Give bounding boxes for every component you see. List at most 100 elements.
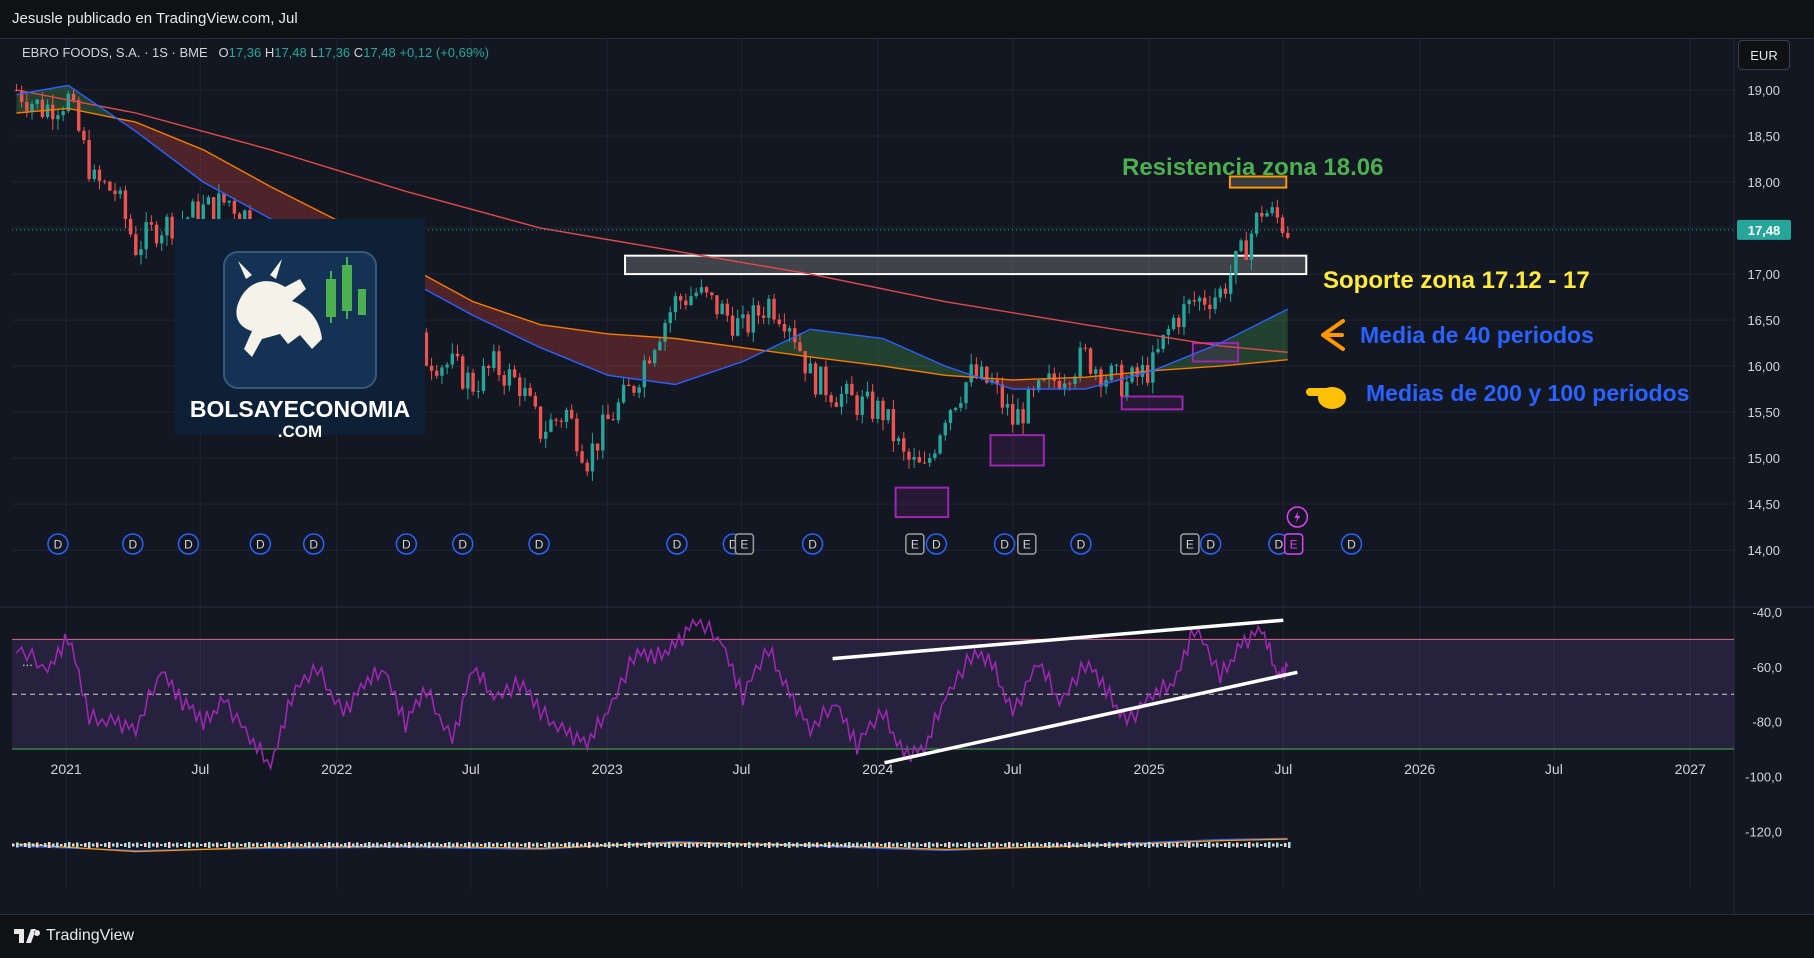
price-axis[interactable]: 19,0018,5018,0017,5017,0016,5016,0015,50… — [1745, 83, 1782, 839]
macd-histogram-bar — [612, 843, 615, 847]
macd-histogram-bar — [140, 844, 143, 846]
candle-body — [1254, 212, 1259, 234]
ma-cloud-segment — [836, 332, 847, 362]
dividend-marker-label: D — [1347, 538, 1356, 552]
last-price-text: 17,48 — [1748, 223, 1781, 238]
macd-histogram-bar — [924, 843, 927, 847]
candle-body — [160, 235, 164, 244]
ma-cloud-segment — [566, 328, 577, 363]
macd-histogram-bar — [116, 842, 119, 848]
candle-body — [767, 298, 771, 318]
candle-body — [507, 369, 512, 386]
macd-histogram-bar — [756, 842, 759, 848]
macd-histogram-bar — [1068, 842, 1071, 848]
dividend-marker-label: D — [1077, 538, 1086, 552]
candle-body — [928, 458, 932, 463]
macd-histogram-bar — [1172, 843, 1175, 847]
macd-histogram-bar — [824, 843, 827, 847]
candle-body — [715, 295, 719, 315]
macd-histogram-bar — [24, 843, 27, 847]
macd-histogram-bar — [208, 842, 211, 848]
macd-histogram-bar — [1220, 844, 1223, 846]
candle-body — [881, 400, 885, 421]
candle-body — [144, 222, 148, 250]
event-markers[interactable]: DDDDDDDDDDEDEDDEDEDDED — [47, 506, 1363, 555]
ma-cloud-segment — [1241, 327, 1252, 365]
candle-body — [1062, 383, 1067, 389]
currency-button[interactable]: EUR — [1738, 40, 1790, 70]
macd-histogram-bar — [696, 842, 699, 848]
candle-body — [1120, 364, 1124, 397]
macd-histogram-bar — [220, 844, 223, 846]
candle-body — [943, 422, 947, 436]
candle-body — [97, 169, 102, 182]
tradingview-brand[interactable]: TradingView — [14, 927, 134, 945]
macd-histogram-bar — [388, 842, 391, 848]
macd-histogram-bar — [700, 844, 703, 846]
macd-histogram-bar — [1184, 843, 1187, 847]
candle-body — [512, 369, 517, 378]
ma-cloud-segment — [576, 329, 588, 367]
candle-body — [575, 418, 579, 452]
ma-cloud-segment — [846, 333, 858, 363]
candle-body — [1109, 365, 1114, 380]
candle-body — [673, 296, 678, 313]
macd-histogram-bar — [788, 842, 791, 848]
macd-histogram-bar — [1136, 842, 1139, 848]
macd-histogram-bar — [1128, 842, 1131, 848]
macd-histogram-bar — [464, 843, 467, 847]
ma-cloud-segment — [1251, 322, 1262, 364]
macd-histogram-bar — [692, 843, 695, 847]
candle-body — [211, 197, 216, 220]
candle-body — [1042, 379, 1046, 381]
macd-histogram-bar — [908, 842, 911, 848]
macd-histogram-bar — [1236, 842, 1239, 848]
macd-histogram-bar — [280, 844, 283, 846]
candle-body — [1192, 300, 1197, 302]
macd-histogram-bar — [672, 843, 675, 847]
macd-histogram-bar — [524, 843, 527, 847]
macd-histogram-bar — [44, 843, 47, 847]
candle-body — [40, 99, 45, 117]
macd-histogram-bar — [560, 844, 563, 846]
candle-body — [756, 305, 761, 316]
time-axis[interactable]: 2021 Jul 2022 Jul 2023 Jul 2024 Jul 2025 Jul 2026 J… — [51, 761, 1707, 777]
macd-histogram-bar — [664, 843, 667, 847]
candle-body — [876, 400, 880, 419]
time-tick: 2025 — [1134, 761, 1165, 777]
macd-histogram-bar — [852, 843, 855, 847]
macd-histogram-bar — [472, 843, 475, 847]
candle-body — [959, 403, 963, 408]
candle-body — [502, 375, 506, 386]
macd-histogram-bar — [260, 844, 263, 846]
ma-cloud-segment — [680, 339, 692, 383]
macd-histogram-bar — [1004, 843, 1007, 847]
macd-histogram-bar — [784, 843, 787, 847]
logo-text-domain: .COM — [278, 422, 322, 441]
candle-body — [772, 298, 776, 320]
ma-cloud-segment — [192, 145, 204, 183]
macd-histogram-bar — [944, 843, 947, 847]
macd-histogram-bar — [804, 843, 807, 847]
macd-histogram-bar — [764, 843, 767, 847]
macd-histogram-bar — [772, 843, 775, 847]
macd-histogram-bar — [1272, 843, 1275, 847]
candle-body — [1000, 384, 1005, 408]
macd-histogram-bar — [72, 843, 75, 847]
macd-histogram-bar — [960, 844, 963, 846]
candle-body — [476, 390, 480, 392]
price-chart[interactable]: DDDDDDDDDDEDEDDEDEDDED 19,0018,5018,0017… — [0, 39, 1814, 914]
time-tick: Jul — [191, 761, 209, 777]
indicator-menu-icon[interactable]: ... — [22, 654, 33, 669]
macd-histogram-bar — [688, 842, 691, 848]
dividend-marker-label: D — [673, 538, 682, 552]
candle-body — [1125, 381, 1129, 397]
macd-histogram-bar — [1244, 843, 1247, 847]
candle-body — [25, 101, 29, 111]
candle-body — [165, 216, 169, 236]
candle-body — [481, 365, 486, 391]
macd-histogram-bar — [156, 842, 159, 848]
macd-histogram-bar — [1288, 842, 1291, 848]
candle-body — [232, 200, 237, 214]
macd-histogram-bar — [1060, 844, 1063, 846]
